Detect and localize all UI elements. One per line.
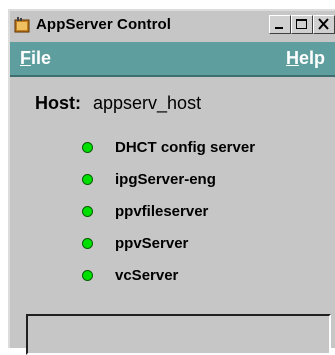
server-item[interactable]: vcServer [82, 259, 255, 291]
host-label: Host: [35, 93, 81, 113]
close-icon [318, 18, 329, 30]
server-item[interactable]: ipgServer-eng [82, 163, 255, 195]
minimize-button[interactable] [269, 15, 291, 34]
server-name: ipgServer-eng [115, 170, 216, 188]
menu-help-label: elp [298, 48, 325, 68]
app-icon[interactable] [14, 16, 31, 33]
minimize-icon [275, 27, 283, 29]
menu-file-accel: F [20, 48, 31, 68]
window-title: AppServer Control [36, 15, 172, 33]
title-buttons [269, 15, 335, 34]
menu-file[interactable]: File [10, 48, 61, 69]
menu-file-label: ile [31, 48, 52, 68]
close-button[interactable] [313, 15, 335, 34]
server-name: vcServer [115, 266, 179, 284]
app-window: AppServer Control File Help Host: appser… [8, 9, 335, 355]
server-name: ppvServer [115, 234, 189, 252]
status-running-icon [82, 141, 93, 153]
server-item[interactable]: ppvServer [82, 227, 255, 259]
host-row: Host: appserv_host [35, 93, 201, 114]
server-name: DHCT config server [115, 138, 256, 156]
maximize-button[interactable] [291, 15, 313, 34]
host-value: appserv_host [93, 93, 202, 113]
status-running-icon [82, 269, 93, 281]
server-list: DHCT config server ipgServer-eng ppvfile… [82, 131, 255, 291]
server-name: ppvfileserver [115, 202, 209, 220]
status-running-icon [82, 237, 93, 249]
title-bar[interactable]: AppServer Control [10, 11, 335, 37]
status-bar [26, 314, 331, 355]
menu-help[interactable]: Help [276, 48, 335, 69]
maximize-icon [296, 19, 307, 29]
menu-help-accel: H [285, 48, 299, 68]
server-item[interactable]: DHCT config server [82, 131, 255, 163]
menu-bar: File Help [10, 42, 335, 77]
server-item[interactable]: ppvfileserver [82, 195, 255, 227]
status-running-icon [82, 173, 93, 185]
status-running-icon [82, 205, 93, 217]
